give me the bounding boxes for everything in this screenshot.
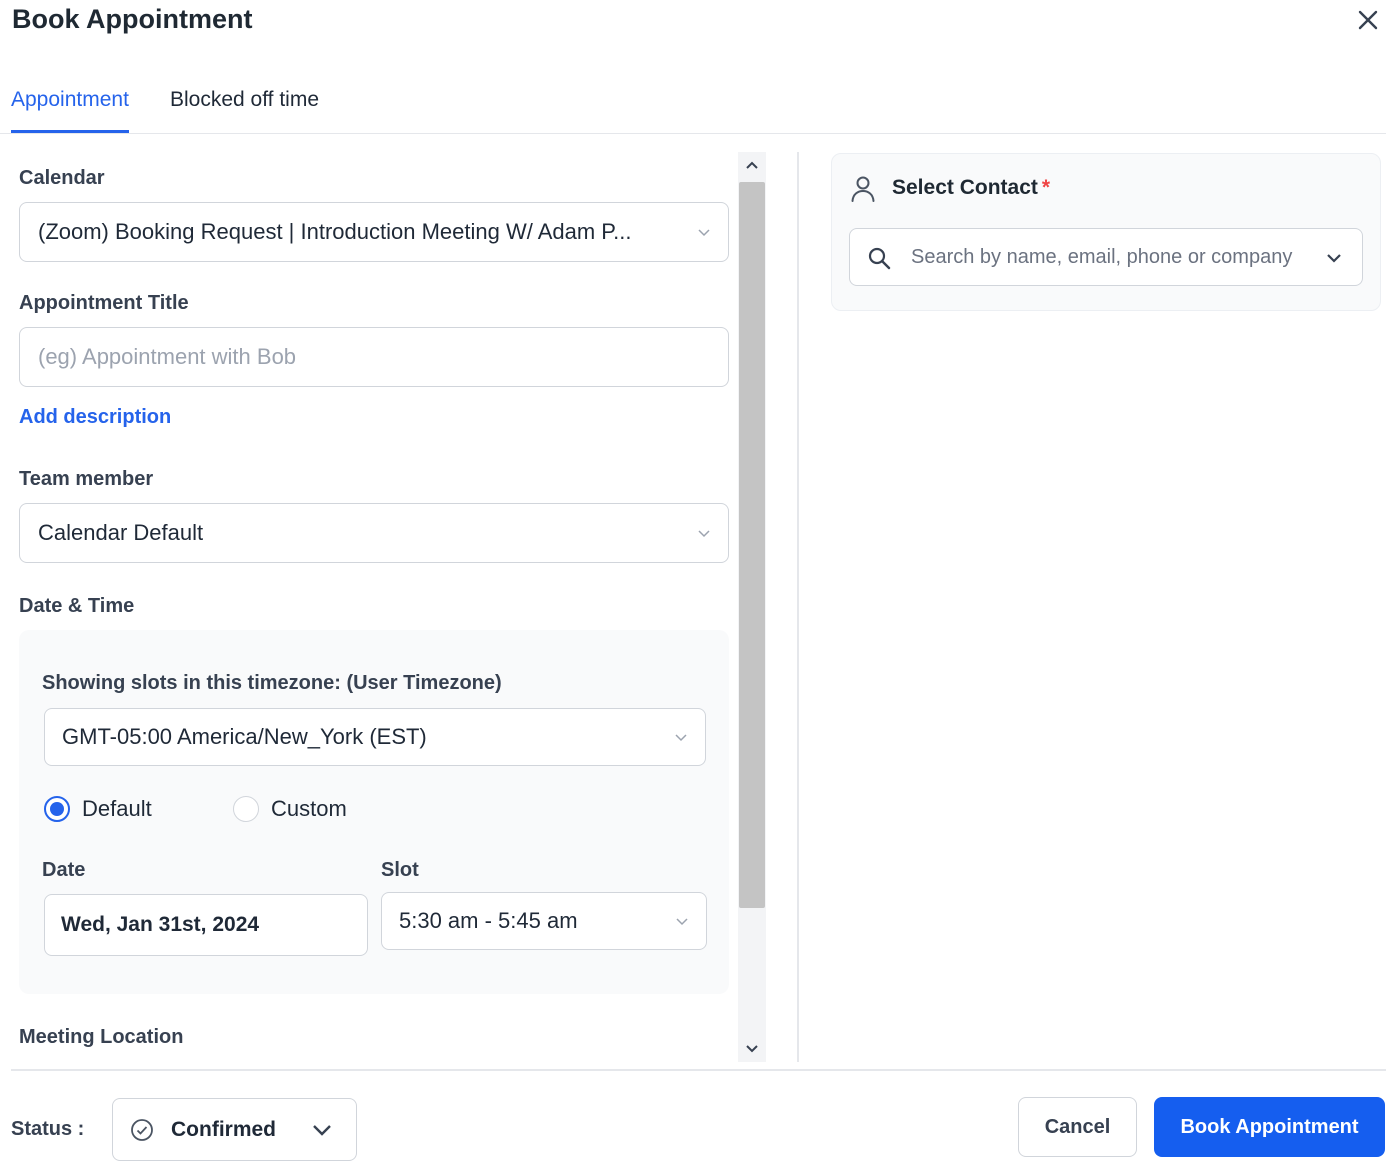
radio-custom-label: Custom — [271, 796, 347, 821]
chevron-down-icon — [698, 530, 710, 538]
chevron-down-icon — [676, 918, 688, 926]
radio-default-label: Default — [82, 796, 152, 821]
appointment-title-input[interactable]: (eg) Appointment with Bob — [19, 327, 729, 387]
status-select-value: Confirmed — [171, 1117, 276, 1141]
user-icon — [851, 176, 875, 202]
calendar-label: Calendar — [19, 167, 105, 189]
scroll-up-button[interactable] — [738, 152, 766, 180]
radio-default[interactable]: Default — [44, 796, 152, 822]
date-input[interactable]: Wed, Jan 31st, 2024 — [44, 894, 368, 956]
radio-custom[interactable]: Custom — [233, 796, 347, 822]
pane-divider — [797, 152, 799, 1062]
search-icon — [868, 247, 891, 270]
team-member-label: Team member — [19, 468, 154, 490]
scroll-thumb[interactable] — [739, 182, 765, 908]
select-contact-title-text: Select Contact — [892, 176, 1038, 199]
tab-bar: Appointment Blocked off time — [0, 72, 1386, 134]
radio-custom-indicator[interactable] — [233, 796, 259, 822]
chevron-down-icon — [675, 734, 687, 742]
select-contact-card: Select Contact * — [831, 153, 1381, 311]
slot-select-value: 5:30 am - 5:45 am — [399, 908, 578, 933]
tab-appointment[interactable]: Appointment — [11, 88, 129, 133]
chevron-down-icon — [698, 229, 710, 237]
appointment-form: Calendar (Zoom) Booking Request | Introd… — [0, 152, 738, 1062]
contact-search-input[interactable] — [911, 245, 1303, 269]
timezone-select-value: GMT-05:00 America/New_York (EST) — [62, 724, 427, 749]
cancel-button[interactable]: Cancel — [1018, 1097, 1137, 1157]
close-button[interactable] — [1354, 6, 1382, 34]
modal-title: Book Appointment — [12, 4, 253, 34]
footer-divider — [11, 1069, 1386, 1071]
date-label: Date — [42, 859, 86, 881]
slot-select[interactable]: 5:30 am - 5:45 am — [381, 892, 707, 950]
appointment-title-label: Appointment Title — [19, 292, 189, 314]
select-contact-title: Select Contact * — [892, 176, 1050, 200]
chevron-down-icon — [313, 1125, 331, 1136]
date-time-label: Date & Time — [19, 595, 135, 617]
add-description-link[interactable]: Add description — [19, 406, 171, 429]
radio-default-indicator[interactable] — [44, 796, 70, 822]
close-icon — [1358, 10, 1378, 30]
required-mark: * — [1041, 176, 1051, 199]
calendar-select[interactable]: (Zoom) Booking Request | Introduction Me… — [19, 202, 729, 262]
scroll-down-button[interactable] — [738, 1034, 766, 1062]
team-member-select-value: Calendar Default — [38, 520, 204, 545]
status-label: Status : — [11, 1118, 85, 1140]
contact-search-box[interactable] — [849, 228, 1363, 286]
chevron-down-icon — [746, 1045, 758, 1053]
timezone-select[interactable]: GMT-05:00 America/New_York (EST) — [44, 708, 706, 766]
status-select[interactable]: Confirmed — [112, 1098, 357, 1161]
team-member-select[interactable]: Calendar Default — [19, 503, 729, 563]
tab-blocked-off-time[interactable]: Blocked off time — [170, 88, 319, 130]
meeting-location-label: Meeting Location — [19, 1026, 184, 1048]
form-scrollbar[interactable] — [738, 152, 766, 1062]
slot-label: Slot — [381, 859, 419, 881]
date-time-panel: Showing slots in this timezone: (User Ti… — [19, 630, 729, 994]
appointment-title-placeholder: (eg) Appointment with Bob — [38, 344, 297, 369]
timezone-label: Showing slots in this timezone: (User Ti… — [42, 672, 502, 694]
chevron-down-icon[interactable] — [1326, 250, 1342, 266]
chevron-up-icon — [746, 161, 758, 169]
check-circle-icon — [131, 1119, 153, 1141]
date-input-value: Wed, Jan 31st, 2024 — [61, 913, 260, 936]
calendar-select-value: (Zoom) Booking Request | Introduction Me… — [38, 219, 632, 244]
book-appointment-button[interactable]: Book Appointment — [1154, 1097, 1385, 1157]
